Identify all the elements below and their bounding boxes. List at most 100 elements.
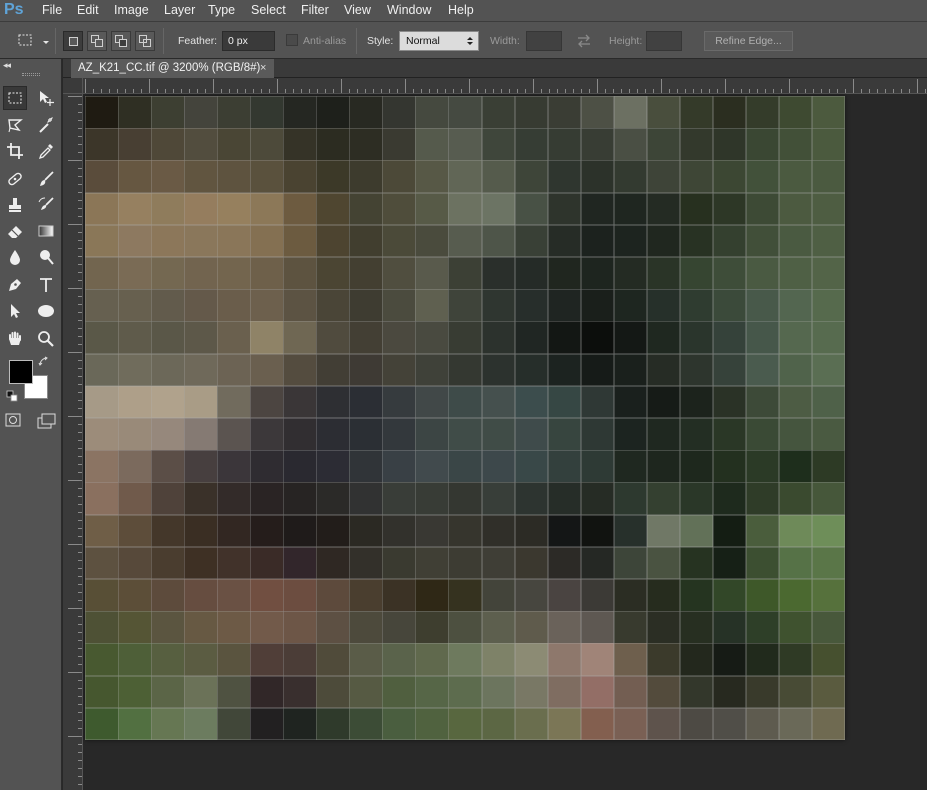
gradient-tool-icon[interactable]	[34, 219, 58, 243]
pen-tool-icon[interactable]	[3, 273, 27, 297]
canvas-pixel	[415, 257, 449, 290]
height-input[interactable]	[646, 31, 682, 51]
canvas-pixel	[745, 96, 780, 129]
canvas-pixel	[745, 611, 780, 644]
menu-help[interactable]: Help	[448, 3, 474, 17]
canvas-pixel	[151, 257, 185, 290]
ruler-tick	[285, 89, 286, 93]
ruler-tick	[68, 352, 82, 353]
canvas-pixel	[679, 546, 714, 580]
canvas-pixel	[547, 643, 582, 677]
zoom-tool-icon[interactable]	[34, 327, 58, 351]
rectangular-marquee-tool-icon[interactable]	[3, 86, 27, 110]
canvas-pixel	[85, 546, 119, 580]
menu-file[interactable]: File	[42, 3, 62, 17]
style-select[interactable]: Normal	[399, 31, 479, 51]
canvas-pixel	[580, 514, 615, 548]
menu-window[interactable]: Window	[387, 3, 431, 17]
ruler-tick	[237, 89, 238, 93]
ruler-tick	[701, 89, 702, 93]
canvas-pixel	[679, 289, 714, 322]
style-label: Style:	[367, 35, 394, 47]
ruler-tick	[613, 89, 614, 93]
swap-colors-icon[interactable]	[38, 356, 50, 368]
ruler-tick	[78, 320, 82, 321]
ruler-tick	[125, 89, 126, 93]
ruler-tick	[78, 696, 82, 697]
canvas-pixel	[448, 546, 482, 580]
grip-icon[interactable]	[22, 73, 40, 76]
canvas-pixel	[613, 450, 648, 483]
feather-input[interactable]: 0 px	[222, 31, 275, 51]
crop-tool-icon[interactable]	[3, 139, 27, 163]
collapse-icon[interactable]: ◂◂	[3, 60, 11, 71]
menu-filter[interactable]: Filter	[301, 3, 329, 17]
canvas-pixel	[184, 224, 218, 258]
type-tool-icon[interactable]	[34, 273, 58, 297]
move-tool-icon[interactable]	[34, 86, 58, 110]
canvas-pixel	[580, 289, 615, 322]
ruler-tick	[517, 89, 518, 93]
path-selection-tool-icon[interactable]	[3, 299, 27, 323]
canvas-pixel	[481, 707, 516, 741]
menu-edit[interactable]: Edit	[77, 3, 99, 17]
dodge-tool-icon[interactable]	[34, 245, 58, 269]
marquee-preset-icon[interactable]	[17, 32, 33, 48]
ruler-origin[interactable]	[63, 78, 83, 94]
spot-healing-tool-icon[interactable]	[3, 167, 27, 191]
magic-wand-tool-icon[interactable]	[34, 113, 58, 137]
canvas-pixel	[85, 160, 119, 194]
foreground-color-swatch[interactable]	[9, 360, 33, 384]
canvas-pixel	[184, 643, 218, 677]
canvas-pixel	[745, 128, 780, 161]
canvas-pixel	[118, 707, 152, 741]
intersect-selection-button[interactable]	[135, 31, 155, 51]
ruler-tick	[68, 416, 82, 417]
canvas-pixel	[349, 257, 383, 290]
swap-dimensions-icon[interactable]	[575, 33, 593, 49]
screen-mode-icon[interactable]	[37, 413, 57, 429]
canvas-pixel	[283, 192, 317, 226]
refine-edge-button[interactable]: Refine Edge...	[704, 31, 793, 51]
menu-type[interactable]: Type	[208, 3, 235, 17]
hand-tool-icon[interactable]	[3, 327, 27, 351]
menu-view[interactable]: View	[344, 3, 371, 17]
ruler-tick	[885, 89, 886, 93]
blur-tool-icon[interactable]	[3, 245, 27, 269]
lasso-tool-icon[interactable]	[3, 113, 27, 137]
subtract-from-selection-button[interactable]	[111, 31, 131, 51]
ruler-tick	[661, 79, 662, 93]
menu-select[interactable]: Select	[251, 3, 286, 17]
ruler-tick	[317, 89, 318, 93]
ruler-tick	[68, 288, 82, 289]
clone-stamp-tool-icon[interactable]	[3, 193, 27, 217]
canvas-pixel	[481, 643, 516, 677]
add-to-selection-button[interactable]	[87, 31, 107, 51]
new-selection-button[interactable]	[63, 31, 83, 51]
history-brush-tool-icon[interactable]	[34, 193, 58, 217]
document-tab[interactable]: AZ_K21_CC.tif @ 3200% (RGB/8#) ×	[71, 59, 274, 78]
canvas-pixel	[382, 289, 416, 322]
menu-image[interactable]: Image	[114, 3, 149, 17]
eyedropper-tool-icon[interactable]	[34, 139, 58, 163]
vertical-ruler[interactable]	[63, 94, 83, 790]
ruler-tick	[637, 89, 638, 93]
ellipse-tool-icon[interactable]	[34, 299, 58, 323]
image-canvas[interactable]	[85, 96, 846, 741]
close-icon[interactable]: ×	[260, 59, 266, 78]
antialias-checkbox[interactable]	[286, 34, 298, 46]
menu-layer[interactable]: Layer	[164, 3, 195, 17]
quick-mask-icon[interactable]	[5, 413, 21, 427]
brush-tool-icon[interactable]	[34, 167, 58, 191]
canvas-pixel	[382, 128, 416, 161]
horizontal-ruler[interactable]	[63, 78, 927, 94]
width-input[interactable]	[526, 31, 562, 51]
canvas-pixel	[646, 289, 681, 322]
eraser-tool-icon[interactable]	[3, 219, 27, 243]
default-colors-icon[interactable]	[6, 390, 18, 402]
canvas-pixel	[745, 546, 780, 580]
chevron-down-icon[interactable]	[42, 35, 50, 44]
ruler-tick	[78, 200, 82, 201]
canvas-pixel	[349, 482, 383, 516]
canvas-pixel	[250, 482, 284, 516]
